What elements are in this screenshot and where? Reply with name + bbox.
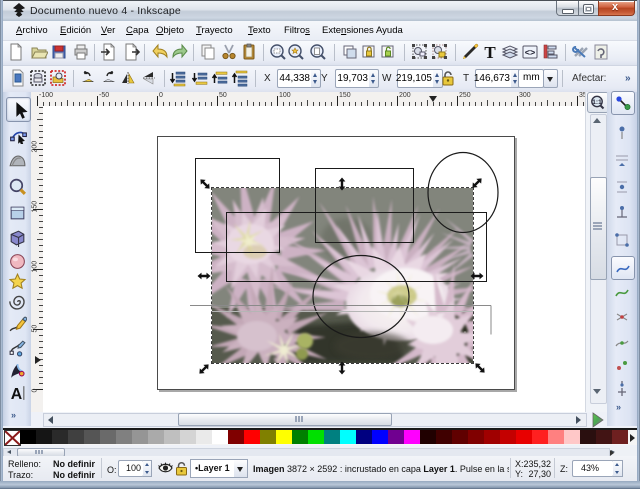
svg-text:1:1: 1:1 [592,99,602,106]
svg-text:<>: <> [525,48,536,58]
svg-text:T: T [484,43,496,61]
svg-text:A: A [11,386,23,402]
